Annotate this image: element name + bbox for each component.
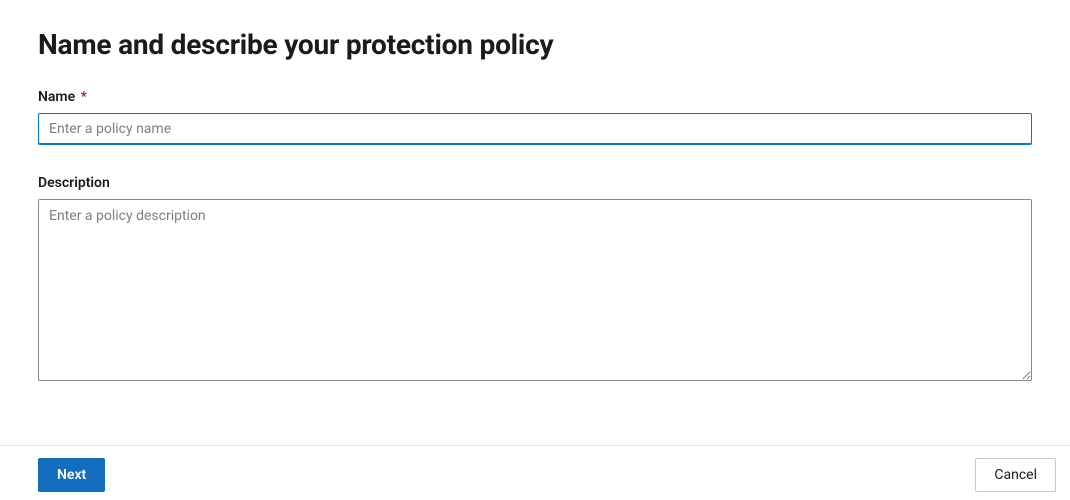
name-label: Name * [38, 89, 1032, 105]
wizard-footer: Next Cancel [0, 445, 1070, 500]
next-button[interactable]: Next [38, 458, 105, 492]
description-label: Description [38, 175, 1032, 191]
required-indicator-icon: * [81, 89, 87, 105]
policy-description-input[interactable] [38, 199, 1032, 381]
name-label-text: Name [38, 89, 75, 105]
form-content: Name and describe your protection policy… [0, 0, 1070, 385]
page-title: Name and describe your protection policy [38, 28, 1032, 61]
policy-name-input[interactable] [38, 113, 1032, 145]
name-field-group: Name * [38, 89, 1032, 145]
description-field-group: Description [38, 175, 1032, 385]
cancel-button[interactable]: Cancel [975, 458, 1056, 492]
